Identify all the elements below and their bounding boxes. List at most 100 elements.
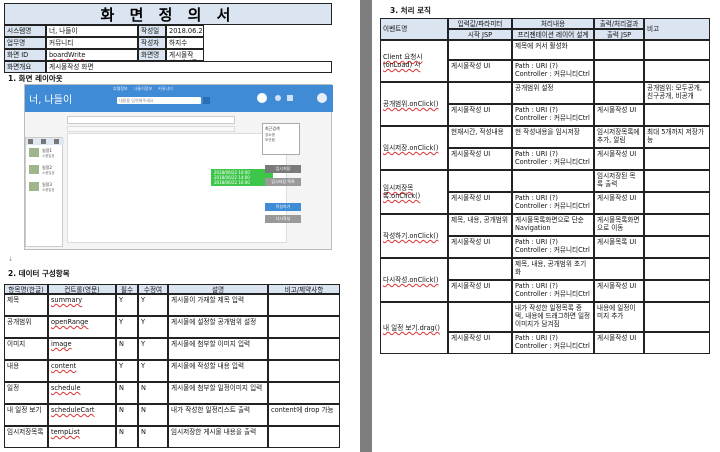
table-cell: Y: [138, 294, 168, 316]
mock-chat-icon[interactable]: [287, 95, 293, 101]
column-header: 입력값/파라미터: [448, 18, 512, 29]
schedule-thumbnail-icon[interactable]: [29, 148, 39, 157]
table-cell: N: [116, 382, 138, 404]
table-cell: 공개범위: 모두공개, 친구공개, 비공개: [644, 82, 710, 104]
info-value: 2018.06.25: [166, 25, 204, 37]
mock-temp-save-button[interactable]: 임시저장: [265, 165, 301, 173]
mock-bell-icon[interactable]: [275, 95, 281, 101]
mock-editor-toolbar[interactable]: [67, 126, 235, 132]
mock-side-item[interactable]: 보관됨: [265, 138, 297, 143]
table-cell: [448, 40, 512, 60]
mock-list-toolbar: [26, 138, 64, 145]
table-cell: 게시물작성 UI: [448, 280, 512, 302]
event-name: 내 일정 보기.drag(): [380, 302, 448, 354]
table-cell: 게시물목록화면으로 단순 Navigation: [512, 214, 594, 236]
mock-avatar-icon[interactable]: [257, 93, 267, 103]
table-cell: openRange: [48, 316, 116, 338]
table-cell: Y: [138, 316, 168, 338]
table-cell: Y: [138, 360, 168, 382]
mock-content-editor[interactable]: [67, 133, 287, 243]
table-cell: 내가 작성한 일정목록 중 택, 내용에 드래그하면 일정이미지가 담겨짐: [512, 302, 594, 332]
table-cell: [644, 280, 710, 302]
table-cell: [594, 82, 644, 104]
table-cell: 게시물에 설정할 공개범위 설정: [168, 316, 268, 338]
event-name: 임시저장.onClick(): [380, 126, 448, 170]
mock-temp-list-button[interactable]: 임시저장 목록: [265, 178, 301, 186]
info-label: 화면명: [138, 49, 166, 61]
table-cell: 게시물작성 UI: [448, 104, 512, 126]
trash-icon[interactable]: [54, 139, 59, 144]
table-cell: [594, 40, 644, 60]
column-header: 설명: [168, 284, 268, 294]
table-cell: [644, 148, 710, 170]
table-cell: Y: [138, 338, 168, 360]
table-cell: 현 작성내용을 임시저장: [512, 126, 594, 148]
table-cell: 제목에 커서 활성화: [512, 40, 594, 60]
table-cell: N: [116, 404, 138, 426]
table-cell: Y: [116, 360, 138, 382]
table-cell: 내 일정 보기: [4, 404, 48, 426]
mock-header: 너, 나들이 호텔정보 나들이정보 커뮤니티 내용을 입력해주세요: [25, 85, 333, 112]
table-cell: N: [116, 338, 138, 360]
table-cell: N: [138, 404, 168, 426]
left-page: 화 면 정 의 서 1. 화면 레이아웃 너, 나들이 호텔정보 나들이정보 커…: [0, 0, 360, 452]
table-cell: tempList: [48, 426, 116, 448]
table-cell: [644, 60, 710, 82]
table-cell: Y: [116, 294, 138, 316]
table-cell: [644, 192, 710, 214]
info-label: 작성일: [138, 25, 166, 37]
table-cell: Path : URI (?) Controller : 커뮤니티Ctrl: [512, 60, 594, 82]
table-cell: 최대 5개까지 저장가능: [644, 126, 710, 148]
list-icon[interactable]: [41, 139, 46, 144]
mock-rewrite-button[interactable]: 다시작성: [265, 215, 301, 223]
table-cell: Path : URI (?) Controller : 커뮤니티Ctrl: [512, 280, 594, 302]
table-cell: content에 drop 가능: [268, 404, 340, 426]
table-cell: 게시물이 가재할 제목 입력: [168, 294, 268, 316]
table-cell: 게시물작성 UI: [594, 192, 644, 214]
mock-schedule-time: 2018/06/22 16:00: [214, 180, 250, 185]
table-cell: 제목, 내용, 공개범위 초기화: [512, 258, 594, 280]
table-cell: [448, 170, 512, 192]
section-logic-heading: 3. 처리 로직: [390, 6, 431, 15]
section-data-heading: 2. 데이터 구성항목: [8, 269, 70, 278]
table-cell: image: [48, 338, 116, 360]
event-name: 임시저장목록.onClick(): [380, 170, 448, 214]
mock-title-input[interactable]: [67, 116, 235, 124]
paragraph-mark: ↓: [8, 256, 14, 263]
mock-nav-community[interactable]: 커뮤니티: [158, 86, 173, 92]
mock-search-icon[interactable]: [203, 97, 210, 104]
table-cell: [448, 82, 512, 104]
table-cell: summary: [48, 294, 116, 316]
table-cell: [644, 104, 710, 126]
table-cell: 게시물작성 UI: [448, 60, 512, 82]
info-label: 시스템명: [4, 25, 46, 37]
schedule-thumbnail-icon[interactable]: [29, 182, 39, 191]
table-cell: 내용에 일정이미지 추가: [594, 302, 644, 332]
table-cell: 게시물에 첨부할 일정이미지 입력: [168, 382, 268, 404]
mock-nav-outing[interactable]: 나들이정보: [134, 86, 152, 92]
table-cell: 게시물작성 UI: [448, 332, 512, 354]
mock-nav-hotel[interactable]: 호텔정보: [113, 86, 128, 92]
table-cell: [512, 170, 594, 192]
table-cell: 게시물작성 UI: [594, 104, 644, 126]
info-value: 게시물작성, 게시물수정: [166, 49, 204, 61]
schedule-thumbnail-icon[interactable]: [29, 165, 39, 174]
mock-search-input[interactable]: 내용을 입력해주세요: [117, 97, 201, 104]
table-cell: Path : URI (?) Controller : 커뮤니티Ctrl: [512, 192, 594, 214]
mock-profile-icon[interactable]: [317, 93, 327, 103]
mock-schedule-preview: 2018/06/22 10:00 2018/06/22 14:00 2018/0…: [211, 169, 273, 186]
layout-mockup: 너, 나들이 호텔정보 나들이정보 커뮤니티 내용을 입력해주세요 최근검색 장…: [24, 84, 333, 250]
table-cell: [644, 258, 710, 280]
event-name: Client 요청시 (onLoad) 시: [380, 40, 448, 82]
info-label: 작성자: [138, 37, 166, 49]
table-cell: 공개범위: [4, 316, 48, 338]
info-value: boardWrite: [46, 49, 138, 61]
list-item-sub: 소풍일정: [42, 154, 55, 158]
grid-icon[interactable]: [28, 139, 33, 144]
table-cell: [448, 258, 512, 280]
table-cell: 공개범위 설정: [512, 82, 594, 104]
table-cell: 제목, 내용, 공개범위: [448, 214, 512, 236]
table-cell: 임시저장된 목록 출력: [594, 170, 644, 192]
table-cell: N: [116, 426, 138, 448]
mock-write-button[interactable]: 작성하기: [265, 203, 301, 211]
